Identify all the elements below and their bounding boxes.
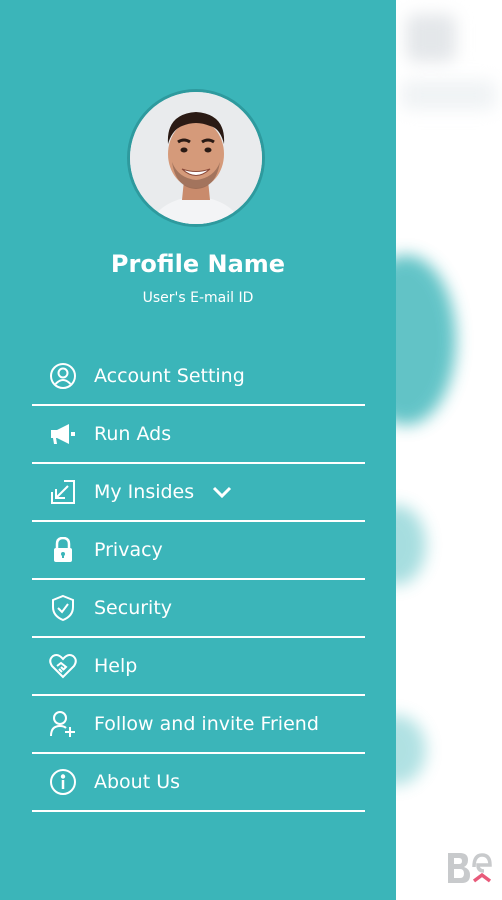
drawer-menu: Account Setting Run Ads My Insides Priva…: [32, 348, 365, 812]
menu-item-run-ads[interactable]: Run Ads: [32, 406, 365, 464]
avatar[interactable]: [127, 89, 265, 227]
menu-item-help[interactable]: Help: [32, 638, 365, 696]
menu-item-privacy[interactable]: Privacy: [32, 522, 365, 580]
megaphone-icon: [48, 419, 78, 449]
menu-item-label: Follow and invite Friend: [94, 713, 319, 735]
blurred-shape: [406, 14, 456, 62]
menu-item-security[interactable]: Security: [32, 580, 365, 638]
chevron-down-icon[interactable]: [212, 486, 232, 498]
heart-handshake-icon: [48, 651, 78, 681]
shield-check-icon: [48, 593, 78, 623]
menu-item-label: Help: [94, 655, 138, 677]
user-plus-icon: [48, 709, 78, 739]
profile-name: Profile Name: [110, 250, 286, 278]
info-circle-icon: [48, 767, 78, 797]
blurred-backdrop[interactable]: [396, 0, 502, 900]
menu-item-label: Account Setting: [94, 365, 245, 387]
lock-icon: [48, 535, 78, 565]
menu-item-my-insides[interactable]: My Insides: [32, 464, 365, 522]
menu-item-about-us[interactable]: About Us: [32, 754, 365, 812]
menu-item-label: Privacy: [94, 539, 163, 561]
menu-item-account-setting[interactable]: Account Setting: [32, 348, 365, 406]
arrow-down-left-box-icon: [48, 477, 78, 507]
navigation-drawer: Profile Name User's E-mail ID Account Se…: [0, 0, 396, 900]
menu-item-label: Security: [94, 597, 173, 619]
menu-item-label: My Insides: [94, 481, 195, 503]
blurred-shape: [396, 255, 456, 425]
menu-item-label: Run Ads: [94, 423, 172, 445]
blurred-shape: [396, 505, 426, 585]
menu-item-label: About Us: [94, 771, 181, 793]
blurred-shape: [401, 80, 496, 110]
user-circle-icon: [48, 361, 78, 391]
menu-item-follow-invite[interactable]: Follow and invite Friend: [32, 696, 365, 754]
behance-logo: [444, 845, 494, 887]
profile-email: User's E-mail ID: [142, 290, 254, 306]
blurred-shape: [396, 715, 426, 785]
